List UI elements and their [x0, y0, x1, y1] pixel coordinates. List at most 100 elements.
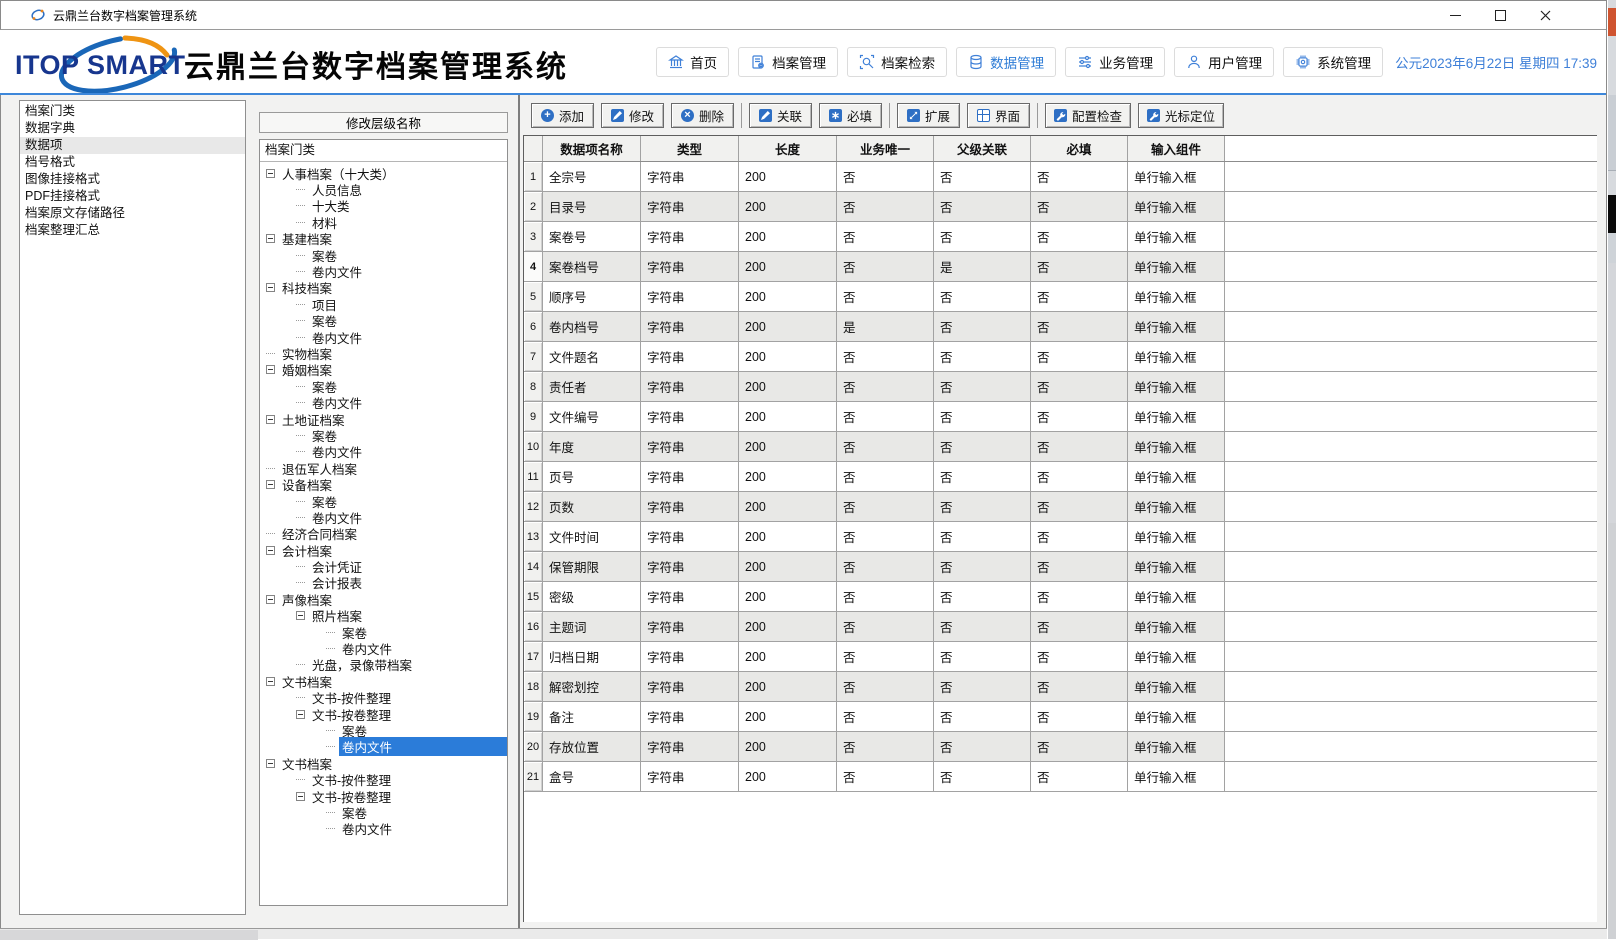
table-cell[interactable]: 否 — [1031, 462, 1128, 491]
tree-node[interactable]: 文书-按件整理 — [260, 690, 507, 706]
edit-button[interactable]: 修改 — [601, 103, 664, 128]
row-number-cell[interactable]: 1 — [524, 162, 543, 191]
table-cell[interactable]: 单行输入框 — [1128, 252, 1225, 281]
config-check-button[interactable]: 配置检查 — [1045, 103, 1131, 128]
row-number-cell[interactable]: 15 — [524, 582, 543, 611]
table-cell[interactable]: 否 — [934, 312, 1031, 341]
row-number-cell[interactable]: 14 — [524, 552, 543, 581]
table-cell[interactable]: 200 — [739, 282, 837, 311]
table-cell[interactable]: 否 — [1031, 342, 1128, 371]
table-cell[interactable]: 文件题名 — [543, 342, 641, 371]
rename-level-button[interactable]: 修改层级名称 — [259, 112, 508, 133]
nav-archive-manage[interactable]: 档案管理 — [738, 47, 838, 77]
row-number-cell[interactable]: 11 — [524, 462, 543, 491]
table-row[interactable]: 8责任者字符串200否否否单行输入框 — [524, 372, 1597, 402]
table-cell[interactable]: 字符串 — [641, 192, 739, 221]
row-number-cell[interactable]: 17 — [524, 642, 543, 671]
table-cell[interactable]: 否 — [934, 462, 1031, 491]
nav-archive-search[interactable]: 档案检索 — [847, 47, 947, 77]
interface-button[interactable]: 界面 — [967, 103, 1030, 128]
table-row[interactable]: 11页号字符串200否否否单行输入框 — [524, 462, 1597, 492]
table-cell[interactable]: 单行输入框 — [1128, 612, 1225, 641]
table-cell[interactable]: 否 — [837, 402, 934, 431]
table-cell[interactable]: 字符串 — [641, 642, 739, 671]
tree-node[interactable]: 文书-按卷整理 — [260, 706, 507, 722]
table-row[interactable]: 18解密划控字符串200否否否单行输入框 — [524, 672, 1597, 702]
tree-node[interactable]: 卷内文件 — [260, 509, 507, 525]
tree-collapse-icon[interactable] — [296, 710, 305, 719]
table-cell[interactable]: 否 — [837, 432, 934, 461]
table-cell[interactable]: 目录号 — [543, 192, 641, 221]
tree-node[interactable]: 光盘，录像带档案 — [260, 657, 507, 673]
table-cell[interactable]: 字符串 — [641, 222, 739, 251]
table-cell[interactable]: 否 — [837, 192, 934, 221]
sidebar-item[interactable]: 图像挂接格式 — [20, 171, 245, 188]
tree-collapse-icon[interactable] — [296, 792, 305, 801]
tree-node[interactable]: 案卷 — [260, 493, 507, 509]
column-header[interactable]: 类型 — [641, 136, 739, 161]
table-cell[interactable]: 否 — [1031, 642, 1128, 671]
table-cell[interactable]: 否 — [934, 522, 1031, 551]
tree-node[interactable]: 实物档案 — [260, 345, 507, 361]
tree-node[interactable]: 会计报表 — [260, 575, 507, 591]
table-cell[interactable]: 盒号 — [543, 762, 641, 791]
row-number-cell[interactable]: 21 — [524, 762, 543, 791]
tree-collapse-icon[interactable] — [266, 677, 275, 686]
table-cell[interactable]: 字符串 — [641, 282, 739, 311]
table-cell[interactable]: 备注 — [543, 702, 641, 731]
table-cell[interactable]: 文件编号 — [543, 402, 641, 431]
table-cell[interactable]: 200 — [739, 402, 837, 431]
link-button[interactable]: 关联 — [749, 103, 812, 128]
column-header[interactable]: 必填 — [1031, 136, 1128, 161]
nav-system-manage[interactable]: 系统管理 — [1283, 47, 1383, 77]
table-cell[interactable]: 否 — [837, 612, 934, 641]
table-cell[interactable]: 否 — [837, 642, 934, 671]
nav-home[interactable]: 首页 — [656, 47, 729, 77]
table-cell[interactable]: 否 — [837, 492, 934, 521]
table-cell[interactable]: 主题词 — [543, 612, 641, 641]
row-number-cell[interactable]: 19 — [524, 702, 543, 731]
table-cell[interactable]: 字符串 — [641, 432, 739, 461]
table-cell[interactable]: 否 — [934, 612, 1031, 641]
table-cell[interactable]: 单行输入框 — [1128, 732, 1225, 761]
table-cell[interactable]: 否 — [1031, 192, 1128, 221]
table-cell[interactable]: 字符串 — [641, 552, 739, 581]
table-cell[interactable]: 否 — [837, 252, 934, 281]
tree-node[interactable]: 案卷 — [260, 427, 507, 443]
sidebar-item[interactable]: 档号格式 — [20, 154, 245, 171]
table-cell[interactable]: 字符串 — [641, 672, 739, 701]
row-number-cell[interactable]: 2 — [524, 192, 543, 221]
table-cell[interactable]: 顺序号 — [543, 282, 641, 311]
table-cell[interactable]: 否 — [1031, 252, 1128, 281]
sidebar-item[interactable]: 档案原文存储路径 — [20, 205, 245, 222]
table-cell[interactable]: 单行输入框 — [1128, 642, 1225, 671]
table-row[interactable]: 14保管期限字符串200否否否单行输入框 — [524, 552, 1597, 582]
table-cell[interactable]: 否 — [1031, 432, 1128, 461]
close-button[interactable] — [1523, 1, 1568, 30]
edge-scrollbar-thumb[interactable] — [1608, 195, 1616, 233]
tree-node[interactable]: 卷内文件 — [260, 263, 507, 279]
tree-node[interactable]: 婚姻档案 — [260, 362, 507, 378]
sidebar-item[interactable]: 档案整理汇总 — [20, 222, 245, 239]
table-cell[interactable]: 200 — [739, 432, 837, 461]
tree-node[interactable]: 土地证档案 — [260, 411, 507, 427]
table-cell[interactable]: 保管期限 — [543, 552, 641, 581]
table-cell[interactable]: 否 — [837, 672, 934, 701]
tree-node[interactable]: 照片档案 — [260, 608, 507, 624]
column-header[interactable]: 输入组件 — [1128, 136, 1225, 161]
row-number-cell[interactable]: 13 — [524, 522, 543, 551]
table-cell[interactable]: 字符串 — [641, 342, 739, 371]
table-cell[interactable]: 否 — [837, 702, 934, 731]
tree-node[interactable]: 人事档案（十大类） — [260, 165, 507, 181]
row-number-cell[interactable]: 12 — [524, 492, 543, 521]
column-header[interactable]: 数据项名称 — [543, 136, 641, 161]
table-cell[interactable]: 单行输入框 — [1128, 402, 1225, 431]
table-cell[interactable]: 否 — [934, 282, 1031, 311]
tree-collapse-icon[interactable] — [296, 611, 305, 620]
tree-node[interactable]: 案卷 — [260, 378, 507, 394]
tree-node[interactable]: 材料 — [260, 214, 507, 230]
table-row[interactable]: 10年度字符串200否否否单行输入框 — [524, 432, 1597, 462]
table-cell[interactable]: 字符串 — [641, 612, 739, 641]
table-row[interactable]: 20存放位置字符串200否否否单行输入框 — [524, 732, 1597, 762]
row-number-cell[interactable]: 4 — [524, 252, 543, 281]
